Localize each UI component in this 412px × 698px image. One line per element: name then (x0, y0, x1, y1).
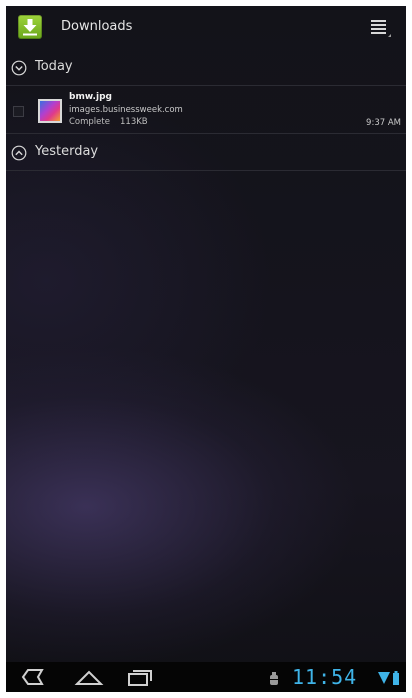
section-yesterday[interactable]: Yesterday (6, 135, 406, 171)
select-checkbox[interactable] (13, 106, 24, 117)
usb-debug-icon (268, 671, 280, 690)
section-today[interactable]: Today (6, 50, 406, 86)
recent-apps-icon[interactable] (124, 666, 154, 692)
system-nav-bar: 11:54 (6, 662, 406, 692)
download-icon[interactable] (18, 15, 42, 39)
chevron-up-icon (11, 145, 27, 161)
chevron-down-icon (11, 60, 27, 76)
image-thumbnail (38, 99, 62, 123)
file-time: 9:37 AM (366, 118, 401, 128)
home-icon[interactable] (74, 666, 104, 692)
back-icon[interactable] (20, 666, 50, 692)
wifi-icon (378, 670, 390, 689)
battery-icon (392, 670, 400, 689)
sort-menu-icon[interactable] (368, 16, 392, 40)
status-clock: 11:54 (292, 665, 358, 689)
file-source: images.businessweek.com (69, 105, 183, 115)
app-title: Downloads (61, 19, 133, 34)
screen: Downloads Today bmw.jpg images.businessw… (6, 6, 406, 692)
file-name: bmw.jpg (69, 92, 112, 102)
action-bar: Downloads (6, 6, 406, 50)
section-label: Yesterday (35, 144, 99, 159)
download-item[interactable]: bmw.jpg images.businessweek.com Complete… (6, 90, 406, 134)
section-label: Today (35, 59, 73, 74)
file-size: 113KB (120, 117, 148, 127)
file-status: Complete (69, 117, 110, 127)
